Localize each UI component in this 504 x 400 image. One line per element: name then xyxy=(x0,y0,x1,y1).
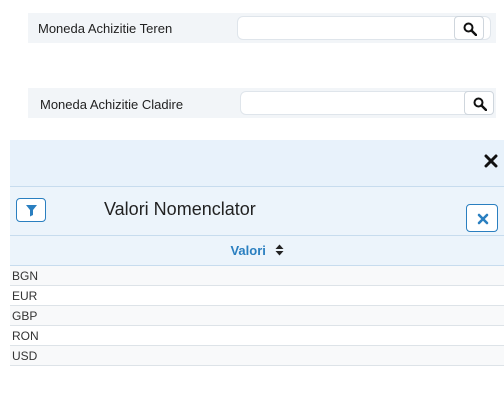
field-label-moneda-teren: Moneda Achizitie Teren xyxy=(38,21,173,36)
moneda-cladire-input[interactable] xyxy=(240,91,492,115)
search-icon xyxy=(463,22,477,36)
filter-button[interactable] xyxy=(16,198,46,222)
panel-close-button[interactable] xyxy=(484,154,500,170)
dialog-header: Valori Nomenclator xyxy=(10,186,504,236)
nomenclator-panel: Valori Nomenclator Valori BGN EUR GBP RO… xyxy=(10,140,504,400)
moneda-teren-input[interactable] xyxy=(237,16,491,40)
close-icon xyxy=(477,213,489,225)
filter-icon xyxy=(26,205,37,217)
search-button-moneda-cladire[interactable] xyxy=(464,91,494,115)
table-cell: BGN xyxy=(12,269,39,283)
search-icon xyxy=(473,97,487,111)
field-label-moneda-cladire: Moneda Achizitie Cladire xyxy=(40,97,184,112)
column-header-valori[interactable]: Valori xyxy=(10,236,504,266)
table-cell: USD xyxy=(12,349,38,363)
dismiss-button[interactable] xyxy=(466,204,498,232)
grid-body: BGN EUR GBP RON USD xyxy=(10,266,504,366)
table-row[interactable]: EUR xyxy=(10,286,504,306)
table-row[interactable]: RON xyxy=(10,326,504,346)
table-row[interactable]: USD xyxy=(10,346,504,366)
table-cell: RON xyxy=(12,329,39,343)
close-icon xyxy=(484,154,498,168)
table-cell: GBP xyxy=(12,309,38,323)
field-row-moneda-cladire: Moneda Achizitie Cladire xyxy=(28,88,496,118)
table-row[interactable]: BGN xyxy=(10,266,504,286)
column-header-content: Valori xyxy=(10,243,504,258)
panel-toolbar xyxy=(10,140,504,186)
sort-icon xyxy=(275,244,284,256)
dialog-title: Valori Nomenclator xyxy=(104,199,256,219)
field-row-moneda-teren: Moneda Achizitie Teren xyxy=(28,13,496,43)
table-row[interactable]: GBP xyxy=(10,306,504,326)
table-cell: EUR xyxy=(12,289,38,303)
values-grid: Valori BGN EUR GBP RON USD xyxy=(10,236,504,366)
column-header-label: Valori xyxy=(230,243,266,258)
search-button-moneda-teren[interactable] xyxy=(454,16,484,40)
